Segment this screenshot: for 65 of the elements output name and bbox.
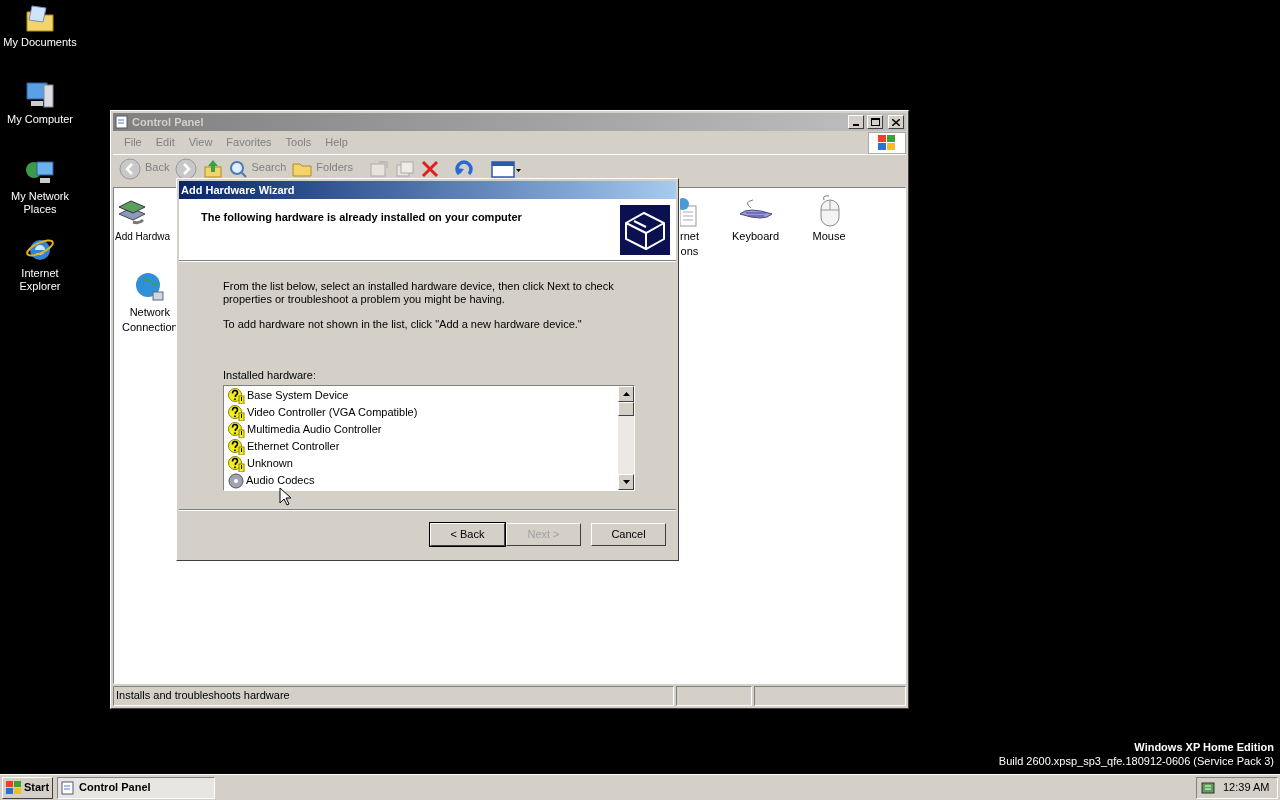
list-item[interactable]: Unknown <box>247 457 293 470</box>
list-item[interactable]: Multimedia Audio Controller <box>247 423 382 436</box>
hardware-tray-icon[interactable] <box>1201 779 1217 796</box>
toolbar-button[interactable] <box>203 158 224 180</box>
status-text: Installs and troubleshoots hardware <box>113 686 674 706</box>
control-panel-item-label[interactable]: Keyboard <box>732 230 780 243</box>
folder-icon <box>24 2 56 34</box>
scroll-bar[interactable] <box>618 386 634 490</box>
hardware-list[interactable]: Base System Device Video Controller (VGA Compatible) Multimedia Audio Controller Ethernet Controller Unknown Audio Codecs <box>223 385 635 491</box>
control-panel-item-label[interactable]: ons <box>680 245 699 258</box>
copy-to-icon <box>395 160 415 178</box>
desktop-icon-label[interactable]: My Computer <box>1 113 79 126</box>
list-item[interactable]: Audio Codecs <box>246 474 315 487</box>
close-button[interactable] <box>888 115 904 129</box>
unknown-device-icon <box>228 455 245 472</box>
window-title: Control Panel <box>132 114 205 130</box>
move-to-icon <box>369 160 389 178</box>
scroll-up-icon[interactable] <box>618 386 634 402</box>
start-button[interactable]: Start <box>2 776 54 799</box>
close-icon <box>892 118 900 126</box>
cursor-icon <box>279 487 291 506</box>
scroll-down-icon[interactable] <box>618 474 634 490</box>
list-item[interactable]: Ethernet Controller <box>247 440 340 453</box>
toolbar-button[interactable] <box>491 158 521 180</box>
unknown-device-icon <box>228 404 245 421</box>
windows-flag-icon <box>6 780 22 795</box>
minimize-button[interactable] <box>848 115 864 129</box>
hardware-box-icon <box>620 205 670 255</box>
windows-flag-icon <box>878 134 896 151</box>
desktop-icon-label[interactable]: My Network Places <box>1 190 79 216</box>
disc-icon <box>228 472 244 489</box>
taskbar-button[interactable]: Control Panel <box>57 776 216 799</box>
toolbar-button[interactable] <box>175 158 198 180</box>
list-item[interactable]: Base System Device <box>247 389 349 402</box>
instruction-text: To add hardware not shown in the list, click "Add a new hardware device." <box>223 318 583 331</box>
unknown-device-icon <box>228 387 245 404</box>
computer-icon <box>24 79 56 111</box>
wizard-button[interactable]: < Back <box>430 523 505 546</box>
edition-text: Windows XP Home Edition <box>1134 740 1274 754</box>
search-icon <box>229 160 248 178</box>
folder-up-icon <box>203 159 224 179</box>
control-panel-item-label[interactable]: Connection <box>122 321 178 334</box>
list-item[interactable]: Video Controller (VGA Compatible) <box>247 406 418 419</box>
control-panel-icon <box>115 115 129 129</box>
scroll-thumb[interactable] <box>618 402 634 416</box>
instruction-text: From the list below, select an installed hardware device, then click Next to check properties or troubleshoot a problem you might be having. <box>223 280 615 306</box>
undo-icon <box>455 160 475 178</box>
desktop-icon-label[interactable]: My Documents <box>1 36 79 49</box>
control-panel-item-label[interactable]: Mouse <box>812 230 846 243</box>
control-panel-icon <box>61 780 76 795</box>
unknown-device-icon <box>228 438 245 455</box>
control-panel-item-label[interactable]: rnet <box>680 230 699 243</box>
list-label: Installed hardware: <box>223 369 317 382</box>
desktop-icon-label[interactable]: Internet Explorer <box>1 267 79 293</box>
wizard-button[interactable]: Cancel <box>591 523 666 546</box>
delete-icon <box>421 160 439 178</box>
clock: 12:39 AM <box>1223 780 1270 796</box>
toolbar-button[interactable] <box>421 158 439 180</box>
unknown-device-icon <box>228 421 245 438</box>
build-text: Build 2600.xpsp_sp3_qfe.180912-0606 (Service Pack 3) <box>998 754 1274 768</box>
control-panel-item-label[interactable]: Add Hardwa <box>115 230 171 243</box>
maximize-button[interactable] <box>867 115 883 129</box>
control-panel-item-label[interactable]: Network <box>129 306 170 319</box>
wizard-heading: The following hardware is already installed on your computer <box>201 210 522 225</box>
dialog-title: Add Hardware Wizard <box>181 182 295 198</box>
